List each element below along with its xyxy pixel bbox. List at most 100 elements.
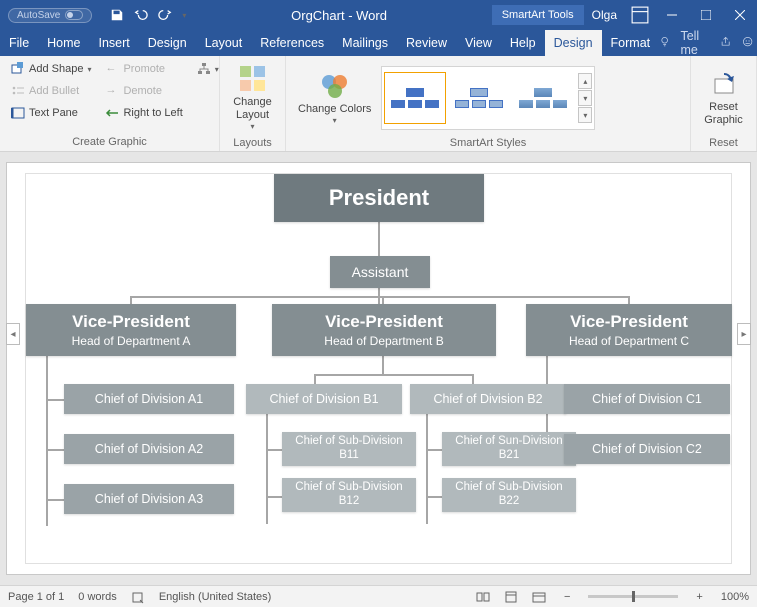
text-pane-icon [11,106,25,120]
node-b12[interactable]: Chief of Sub-Division B12 [282,478,416,512]
node-vp-c[interactable]: Vice-PresidentHead of Department C [526,304,732,356]
reset-graphic-button[interactable]: Reset Graphic [697,59,750,137]
user-name[interactable]: Olga [584,8,625,22]
vp-b-title: Vice-President [325,312,443,332]
zoom-out-button[interactable]: − [560,591,574,603]
ribbon-options-icon[interactable] [631,6,649,24]
tell-me[interactable]: Tell me [680,29,710,57]
tab-file[interactable]: File [0,30,38,56]
b21-label: Chief of Sun-Division B21 [446,435,572,463]
rtl-icon [105,106,119,120]
b1-label: Chief of Division B1 [269,392,378,406]
node-c1[interactable]: Chief of Division C1 [564,384,730,414]
demote-icon: → [105,84,119,98]
change-layout-label: Change Layout [232,96,273,122]
tab-help[interactable]: Help [501,30,545,56]
tab-review[interactable]: Review [397,30,456,56]
zoom-slider[interactable] [588,595,678,598]
a3-label: Chief of Division A3 [95,492,203,506]
close-button[interactable] [723,0,757,30]
tab-design[interactable]: Design [139,30,196,56]
vp-a-sub: Head of Department A [72,334,191,348]
tab-smartart-design[interactable]: Design [545,30,602,56]
page[interactable]: ◂ ▸ [6,162,751,575]
add-bullet-button: Add Bullet [6,81,96,101]
style-thumb-2[interactable] [448,72,510,124]
add-bullet-label: Add Bullet [29,85,79,97]
node-president-label: President [329,185,429,211]
tab-references[interactable]: References [251,30,333,56]
tab-layout[interactable]: Layout [196,30,252,56]
save-icon[interactable] [110,8,124,22]
maximize-button[interactable] [689,0,723,30]
demote-label: Demote [123,85,162,97]
node-a3[interactable]: Chief of Division A3 [64,484,234,514]
lightbulb-icon [659,36,670,51]
node-vp-a[interactable]: Vice-President Head of Department A [26,304,236,356]
node-b1[interactable]: Chief of Division B1 [246,384,402,414]
add-shape-label: Add Shape [29,63,83,75]
reset-icon [709,69,739,99]
node-b21[interactable]: Chief of Sun-Division B21 [442,432,576,466]
zoom-in-button[interactable]: + [692,591,706,603]
tab-view[interactable]: View [456,30,501,56]
vp-c-title: Vice-President [570,312,688,332]
minimize-button[interactable] [655,0,689,30]
add-shape-button[interactable]: Add Shape ▾ [6,59,96,79]
change-layout-icon [238,64,268,94]
change-colors-button[interactable]: Change Colors▾ [292,59,377,137]
textpane-toggle-left[interactable]: ◂ [6,323,20,345]
node-president[interactable]: President [274,174,484,222]
share-icon[interactable] [720,36,731,51]
node-b22[interactable]: Chief of Sub-Division B22 [442,478,576,512]
text-pane-label: Text Pane [29,107,78,119]
group-layouts-label: Layouts [226,137,279,151]
titlebar: AutoSave ▾ OrgChart - Word SmartArt Tool… [0,0,757,30]
tab-home[interactable]: Home [38,30,89,56]
vp-a-title: Vice-President [72,312,190,332]
b11-label: Chief of Sub-Division B11 [286,435,412,463]
gallery-more[interactable]: ▾ [578,107,592,123]
autosave-toggle[interactable]: AutoSave [8,8,92,23]
demote-button: → Demote [100,81,187,101]
text-pane-button[interactable]: Text Pane [6,103,96,123]
gallery-scroll-down[interactable]: ▾ [578,90,592,106]
node-a1[interactable]: Chief of Division A1 [64,384,234,414]
node-b2[interactable]: Chief of Division B2 [410,384,566,414]
node-a2[interactable]: Chief of Division A2 [64,434,234,464]
textpane-toggle-right[interactable]: ▸ [737,323,751,345]
status-page[interactable]: Page 1 of 1 [8,591,64,603]
redo-icon[interactable] [158,8,172,22]
change-layout-button[interactable]: Change Layout▾ [226,59,279,137]
view-web-icon[interactable] [532,590,546,604]
node-assistant-label: Assistant [352,264,409,280]
tab-smartart-format[interactable]: Format [602,30,660,56]
zoom-level[interactable]: 100% [721,591,749,603]
node-vp-b[interactable]: Vice-PresidentHead of Department B [272,304,496,356]
tab-insert[interactable]: Insert [90,30,139,56]
layout-dropdown[interactable]: ▾ [192,59,224,79]
smartart-graphic[interactable]: President Assistant Vice-PresidentHead o… [25,173,732,564]
menubar: File Home Insert Design Layout Reference… [0,30,757,56]
tab-mailings[interactable]: Mailings [333,30,397,56]
node-assistant[interactable]: Assistant [330,256,430,288]
face-icon[interactable] [742,36,753,51]
view-read-icon[interactable] [476,590,490,604]
undo-icon[interactable] [134,8,148,22]
promote-icon: ← [105,62,119,76]
b22-label: Chief of Sub-Division B22 [446,481,572,509]
status-language[interactable]: English (United States) [159,591,272,603]
rtl-button[interactable]: Right to Left [100,103,187,123]
group-reset-label: Reset [697,137,750,151]
gallery-scroll-up[interactable]: ▴ [578,73,592,89]
node-b11[interactable]: Chief of Sub-Division B11 [282,432,416,466]
style-thumb-3[interactable] [512,72,574,124]
spellcheck-icon[interactable] [131,590,145,604]
status-words[interactable]: 0 words [78,591,117,603]
group-create-label: Create Graphic [6,136,213,150]
promote-label: Promote [123,63,165,75]
styles-gallery: ▴ ▾ ▾ [381,66,595,130]
style-thumb-1[interactable] [384,72,446,124]
node-c2[interactable]: Chief of Division C2 [564,434,730,464]
view-print-icon[interactable] [504,590,518,604]
